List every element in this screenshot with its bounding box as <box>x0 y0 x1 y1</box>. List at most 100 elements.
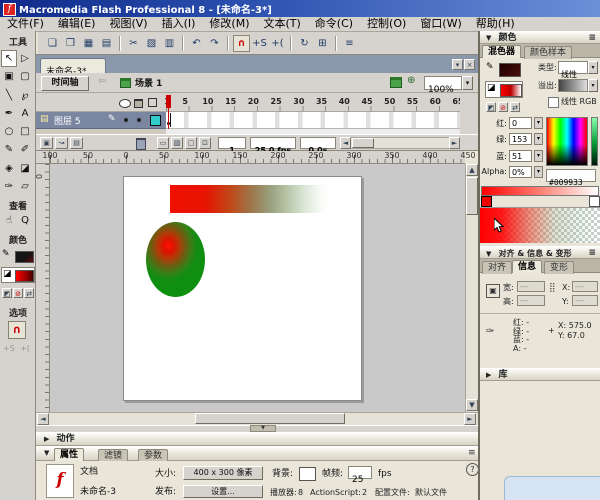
insert-layer-button[interactable]: ▣ <box>40 137 53 149</box>
registration-grid-icon[interactable]: ⣿ <box>549 284 556 293</box>
zoom-tool[interactable]: Q <box>17 212 33 229</box>
edit-symbols-button[interactable]: ⊕ <box>407 75 415 86</box>
zoom-combo-arrow[interactable]: ▾ <box>462 76 473 90</box>
gradient-definition-bar[interactable] <box>481 186 599 196</box>
menu-item-modify[interactable]: 修改(M) <box>202 17 256 31</box>
menu-item-insert[interactable]: 插入(I) <box>155 17 203 31</box>
snap-to-objects-toggle[interactable]: ∩ <box>8 321 26 339</box>
scroll-down-button[interactable]: ▼ <box>466 399 478 411</box>
gradient-stop-right[interactable] <box>589 196 600 207</box>
menu-item-edit[interactable]: 编辑(E) <box>51 17 103 31</box>
free-transform-tool[interactable]: ▣ <box>1 68 17 85</box>
lasso-tool[interactable]: ℘ <box>17 87 33 104</box>
timeline-scrollbar-thumb[interactable] <box>352 138 374 148</box>
toolbar-snap-button[interactable]: ∩ <box>233 35 250 52</box>
layer-frames-row[interactable] <box>166 112 460 129</box>
toolbar-align-button[interactable]: ≡ <box>341 35 358 52</box>
toolbar-copy-button[interactable]: ▧ <box>143 35 160 52</box>
navigate-back-icon[interactable]: ⇦ <box>98 76 106 87</box>
menu-item-file[interactable]: 文件(F) <box>0 17 51 31</box>
hand-tool[interactable]: ☝ <box>1 212 17 229</box>
toolbar-new-button[interactable]: ❏ <box>44 35 61 52</box>
brush-tool[interactable]: ✐ <box>17 141 33 158</box>
info-height-field[interactable]: --- <box>517 295 545 306</box>
actions-panel-header[interactable]: ▶ 动作 <box>36 432 487 446</box>
size-button[interactable]: 400 x 300 像素 <box>183 466 263 480</box>
layer-outline-swatch[interactable] <box>150 115 161 126</box>
edit-scene-button[interactable] <box>390 77 402 88</box>
overflow-combo-arrow[interactable]: ▾ <box>588 79 598 92</box>
oval-tool[interactable]: ○ <box>1 123 17 140</box>
channel-input-red[interactable]: 0 <box>509 117 532 129</box>
mixer-default-colors-button[interactable]: ◩ <box>486 102 496 112</box>
tabbar-close-button[interactable]: × <box>464 59 475 70</box>
fill-color-swatch[interactable] <box>15 270 34 282</box>
elapsed-time-box[interactable]: 0.0s <box>300 137 336 149</box>
channel-spinner-green[interactable]: ▾ <box>534 133 543 145</box>
toolbar-open-button[interactable]: ❒ <box>62 35 79 52</box>
layer-lock-dot[interactable] <box>137 118 141 122</box>
mixer-swap-colors-button[interactable]: ⇄ <box>510 102 520 112</box>
channel-input-blue[interactable]: 51 <box>509 150 532 162</box>
channel-spinner-alpha[interactable]: ▾ <box>534 166 543 178</box>
lock-layers-icon[interactable] <box>134 99 143 108</box>
gradient-stop-left[interactable] <box>481 196 492 207</box>
timeline-collapse-button[interactable]: ▼ <box>250 425 276 432</box>
tab-transform[interactable]: 变形 <box>544 261 574 274</box>
menu-item-view[interactable]: 视图(V) <box>102 17 154 31</box>
vertical-scrollbar-thumb[interactable] <box>466 177 478 215</box>
scroll-right-button[interactable]: ► <box>464 413 476 425</box>
mixer-fill-row[interactable]: ◪ <box>485 81 523 98</box>
timeline-scroll-left-button[interactable]: ◄ <box>340 137 351 149</box>
stage-gradient-rectangle[interactable] <box>170 185 329 213</box>
toolbar-rotate-button[interactable]: ↻ <box>296 35 313 52</box>
stroke-color-swatch[interactable] <box>15 251 34 263</box>
timeline-panel-tab[interactable]: 时间轴 <box>41 76 89 91</box>
toolbar-paste-button[interactable]: ▥ <box>161 35 178 52</box>
menu-item-text[interactable]: 文本(T) <box>256 17 307 31</box>
edit-multiple-frames-button[interactable]: ⊡ <box>199 137 211 149</box>
pen-tool[interactable]: ✒ <box>1 105 17 122</box>
rectangle-tool[interactable]: □ <box>17 123 33 140</box>
align-info-panel-header[interactable]: ▼ 对齐 & 信息 & 变形 ≡ <box>480 246 600 259</box>
tab-align[interactable]: 对齐 <box>482 261 512 274</box>
color-panel-header[interactable]: ▼ 颜色 ≡ <box>480 31 600 44</box>
default-colors-button[interactable]: ◩ <box>2 288 12 298</box>
window-titlebar[interactable]: f Macromedia Flash Professional 8 - [未命名… <box>0 0 600 17</box>
fill-color-row[interactable]: ◪ <box>1 267 35 283</box>
toolbar-smooth-button[interactable]: +S <box>251 35 268 52</box>
toolbar-redo-button[interactable]: ↷ <box>206 35 223 52</box>
outline-layers-icon[interactable] <box>148 98 157 107</box>
keyframe-marker[interactable] <box>170 113 171 127</box>
delete-layer-button[interactable] <box>136 138 146 150</box>
subselection-tool[interactable]: ▷ <box>17 50 33 67</box>
menu-item-help[interactable]: 帮助(H) <box>469 17 522 31</box>
gradient-transform-tool[interactable]: ▢ <box>17 68 33 85</box>
toolbar-cut-button[interactable]: ✂ <box>125 35 142 52</box>
onion-skin-button[interactable]: ▧ <box>171 137 183 149</box>
insert-layer-folder-button[interactable]: ▤ <box>70 137 83 149</box>
playhead-marker[interactable] <box>166 95 171 108</box>
mixer-no-color-button[interactable]: ⊘ <box>498 102 508 112</box>
add-motion-guide-button[interactable]: ↝ <box>55 137 68 149</box>
document-tab[interactable]: 未命名-3* <box>40 58 106 73</box>
paint-bucket-tool[interactable]: ◪ <box>17 160 33 177</box>
mixer-stroke-swatch[interactable] <box>499 63 521 77</box>
center-frame-button[interactable]: ▭ <box>157 137 169 149</box>
layer-row[interactable]: ▤ 图层 5 ✎ <box>36 112 166 129</box>
mixer-fill-swatch[interactable] <box>500 84 522 97</box>
text-tool[interactable]: A <box>17 105 33 122</box>
brightness-strip[interactable] <box>591 117 598 166</box>
toolbar-print-button[interactable]: ▤ <box>98 35 115 52</box>
smooth-option-icon[interactable]: +S <box>3 344 15 353</box>
eyedropper-tool[interactable]: ✑ <box>1 178 17 195</box>
channel-spinner-blue[interactable]: ▾ <box>534 150 543 162</box>
eraser-tool[interactable]: ▱ <box>17 178 33 195</box>
color-spectrum[interactable] <box>546 117 588 166</box>
menu-item-control[interactable]: 控制(O) <box>360 17 413 31</box>
tab-color-swatches[interactable]: 颜色样本 <box>524 46 572 59</box>
channel-input-green[interactable]: 153 <box>509 133 532 145</box>
zoom-level-combo[interactable]: 100% <box>424 76 462 90</box>
info-x-field[interactable]: --- <box>572 281 598 292</box>
current-frame-box[interactable]: 1 <box>218 137 246 149</box>
